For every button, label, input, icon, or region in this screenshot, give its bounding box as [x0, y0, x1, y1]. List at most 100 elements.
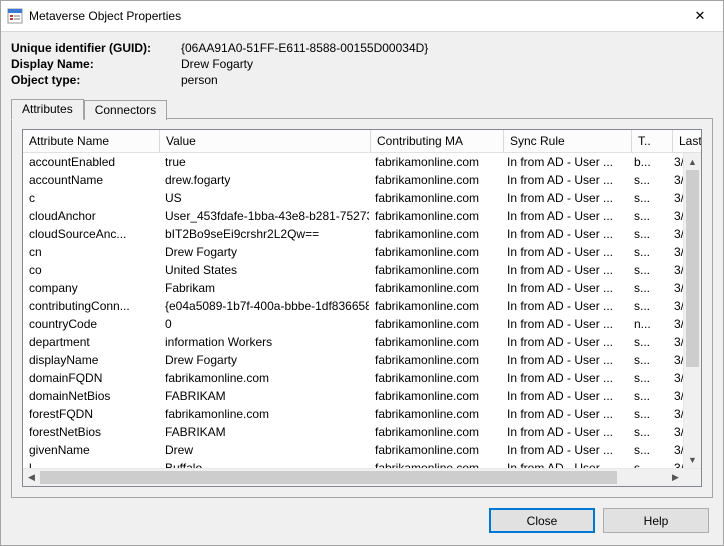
close-icon: ✕ [695, 8, 706, 24]
cell-last-modified: 3/2/2017 6:08:02 AM [668, 190, 683, 206]
help-button[interactable]: Help [603, 508, 709, 533]
table-row[interactable]: forestFQDNfabrikamonline.comfabrikamonli… [23, 405, 683, 423]
col-attribute-name[interactable]: Attribute Name [23, 130, 160, 152]
cell-contributing-ma: fabrikamonline.com [369, 226, 501, 242]
cell-contributing-ma: fabrikamonline.com [369, 424, 501, 440]
cell-type: s... [628, 190, 668, 206]
cell-last-modified: 3/2/2017 6:08:02 AM [668, 424, 683, 440]
cell-type: s... [628, 244, 668, 260]
cell-value: FABRIKAM [159, 388, 369, 404]
tab-attributes[interactable]: Attributes [11, 99, 84, 120]
cell-sync-rule: In from AD - User ... [501, 370, 628, 386]
tab-panel-attributes: Attribute Name Value Contributing MA Syn… [11, 118, 713, 498]
hscroll-thumb[interactable] [40, 471, 617, 484]
cell-attribute-name: accountName [23, 172, 159, 188]
window-title: Metaverse Object Properties [29, 9, 677, 23]
col-contributing-ma[interactable]: Contributing MA [371, 130, 504, 152]
cell-last-modified: 3/2/2017 6:08:02 AM [668, 352, 683, 368]
table-row[interactable]: cloudAnchorUser_453fdafe-1bba-43e8-b281-… [23, 207, 683, 225]
scroll-up-icon[interactable]: ▲ [684, 153, 701, 170]
cell-type: s... [628, 388, 668, 404]
col-value[interactable]: Value [160, 130, 371, 152]
cell-contributing-ma: fabrikamonline.com [369, 208, 501, 224]
cell-type: s... [628, 406, 668, 422]
cell-sync-rule: In from AD - User ... [501, 352, 628, 368]
object-header: Unique identifier (GUID): {06AA91A0-51FF… [1, 32, 723, 92]
cell-last-modified: 3/2/2017 6:08:02 AM [668, 154, 683, 170]
cell-attribute-name: accountEnabled [23, 154, 159, 170]
cell-contributing-ma: fabrikamonline.com [369, 262, 501, 278]
table-row[interactable]: accountNamedrew.fogartyfabrikamonline.co… [23, 171, 683, 189]
table-row[interactable]: forestNetBiosFABRIKAMfabrikamonline.comI… [23, 423, 683, 441]
cell-attribute-name: company [23, 280, 159, 296]
cell-type: s... [628, 442, 668, 458]
vscroll-track[interactable] [684, 170, 701, 451]
cell-attribute-name: givenName [23, 442, 159, 458]
cell-value: United States [159, 262, 369, 278]
metaverse-properties-window: Metaverse Object Properties ✕ Unique ide… [0, 0, 724, 546]
cell-contributing-ma: fabrikamonline.com [369, 334, 501, 350]
col-sync-rule[interactable]: Sync Rule [504, 130, 632, 152]
table-row[interactable]: departmentinformation Workersfabrikamonl… [23, 333, 683, 351]
cell-contributing-ma: fabrikamonline.com [369, 280, 501, 296]
guid-value: {06AA91A0-51FF-E611-8588-00155D00034D} [181, 40, 713, 56]
table-row[interactable]: domainNetBiosFABRIKAMfabrikamonline.comI… [23, 387, 683, 405]
scroll-left-icon[interactable]: ◀ [23, 469, 40, 486]
cell-sync-rule: In from AD - User ... [501, 298, 628, 314]
cell-sync-rule: In from AD - User ... [501, 208, 628, 224]
horizontal-scrollbar[interactable]: ◀ ▶ [23, 468, 701, 486]
cell-contributing-ma: fabrikamonline.com [369, 442, 501, 458]
table-row[interactable]: cnDrew Fogartyfabrikamonline.comIn from … [23, 243, 683, 261]
table-row[interactable]: givenNameDrewfabrikamonline.comIn from A… [23, 441, 683, 459]
object-type-value: person [181, 72, 713, 88]
cell-contributing-ma: fabrikamonline.com [369, 406, 501, 422]
cell-sync-rule: In from AD - User ... [501, 460, 628, 468]
attributes-listview[interactable]: Attribute Name Value Contributing MA Syn… [22, 129, 702, 487]
cell-value: US [159, 190, 369, 206]
cell-type: n... [628, 316, 668, 332]
table-row[interactable]: countryCode0fabrikamonline.comIn from AD… [23, 315, 683, 333]
cell-sync-rule: In from AD - User ... [501, 280, 628, 296]
cell-type: s... [628, 298, 668, 314]
tab-connectors[interactable]: Connectors [84, 100, 167, 120]
table-row[interactable]: accountEnabledtruefabrikamonline.comIn f… [23, 153, 683, 171]
table-row[interactable]: cUSfabrikamonline.comIn from AD - User .… [23, 189, 683, 207]
scroll-right-icon[interactable]: ▶ [667, 469, 684, 486]
close-button[interactable]: Close [489, 508, 595, 533]
scroll-down-icon[interactable]: ▼ [684, 451, 701, 468]
close-window-button[interactable]: ✕ [677, 1, 723, 31]
cell-type: s... [628, 226, 668, 242]
cell-sync-rule: In from AD - User ... [501, 406, 628, 422]
cell-sync-rule: In from AD - User ... [501, 442, 628, 458]
table-row[interactable]: contributingConn...{e04a5089-1b7f-400a-b… [23, 297, 683, 315]
table-row[interactable]: companyFabrikamfabrikamonline.comIn from… [23, 279, 683, 297]
cell-sync-rule: In from AD - User ... [501, 316, 628, 332]
cell-attribute-name: countryCode [23, 316, 159, 332]
table-row[interactable]: displayNameDrew Fogartyfabrikamonline.co… [23, 351, 683, 369]
vscroll-thumb[interactable] [686, 170, 699, 367]
cell-sync-rule: In from AD - User ... [501, 190, 628, 206]
cell-attribute-name: l [23, 460, 159, 468]
cell-type: s... [628, 280, 668, 296]
cell-type: s... [628, 172, 668, 188]
cell-sync-rule: In from AD - User ... [501, 154, 628, 170]
listview-body[interactable]: accountEnabledtruefabrikamonline.comIn f… [23, 153, 683, 468]
cell-sync-rule: In from AD - User ... [501, 172, 628, 188]
cell-attribute-name: displayName [23, 352, 159, 368]
cell-type: s... [628, 424, 668, 440]
col-type[interactable]: T.. [632, 130, 673, 152]
cell-value: FABRIKAM [159, 424, 369, 440]
cell-last-modified: 3/2/2017 6:18:22 AM [668, 226, 683, 242]
vertical-scrollbar[interactable]: ▲ ▼ [683, 153, 701, 468]
hscroll-track[interactable] [40, 469, 667, 486]
listview-header: Attribute Name Value Contributing MA Syn… [23, 130, 701, 153]
cell-value: fabrikamonline.com [159, 370, 369, 386]
table-row[interactable]: lBuffalofabrikamonline.comIn from AD - U… [23, 459, 683, 468]
cell-contributing-ma: fabrikamonline.com [369, 388, 501, 404]
table-row[interactable]: cloudSourceAnc...bIT2Bo9seEi9crshr2L2Qw=… [23, 225, 683, 243]
col-last-modified[interactable]: Last Modified [673, 130, 701, 152]
cell-value: drew.fogarty [159, 172, 369, 188]
table-row[interactable]: coUnited Statesfabrikamonline.comIn from… [23, 261, 683, 279]
table-row[interactable]: domainFQDNfabrikamonline.comfabrikamonli… [23, 369, 683, 387]
cell-value: fabrikamonline.com [159, 406, 369, 422]
